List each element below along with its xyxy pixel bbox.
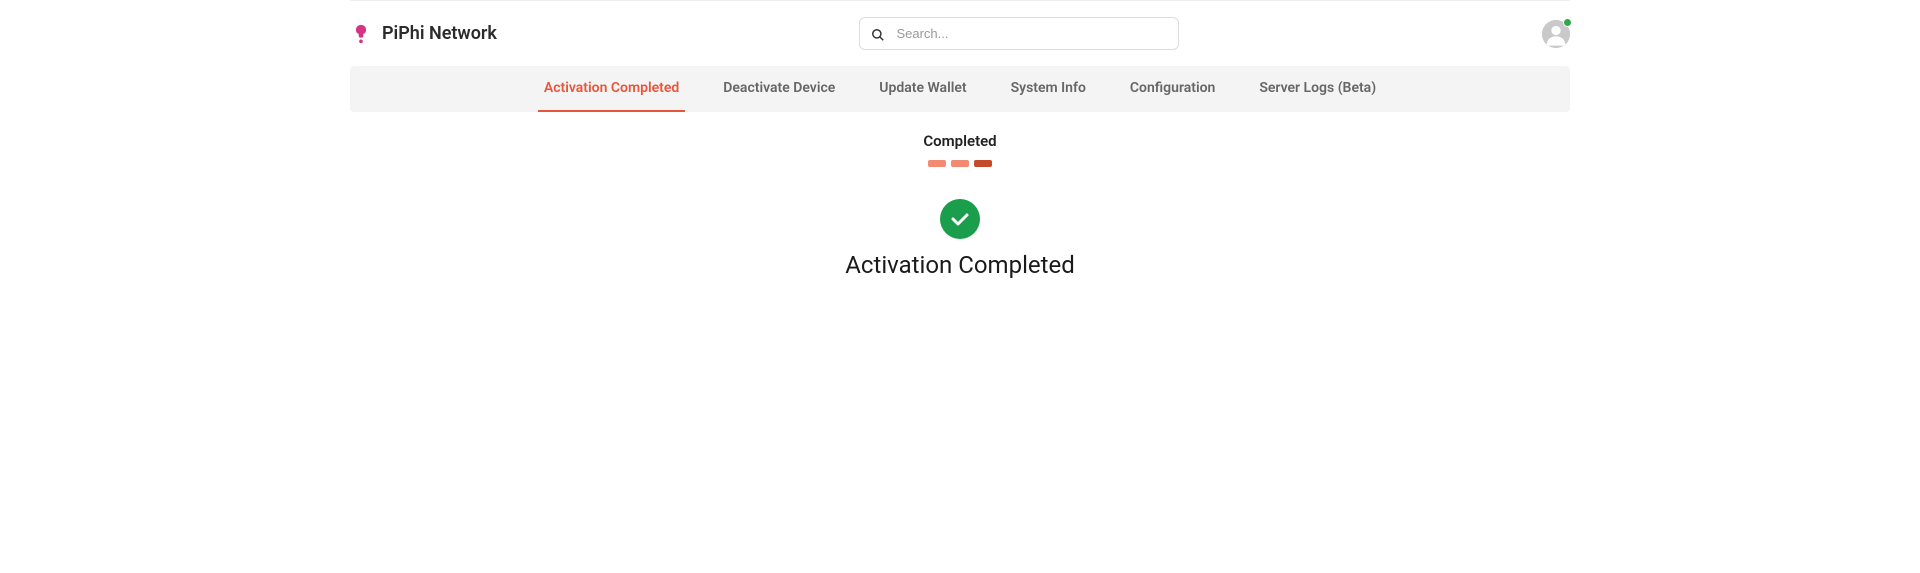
progress-segment (928, 160, 946, 167)
search-input[interactable] (859, 17, 1179, 50)
progress-indicator (350, 160, 1570, 167)
tab-server-logs[interactable]: Server Logs (Beta) (1253, 66, 1382, 112)
content: Completed Activation Completed (350, 112, 1570, 299)
search-wrapper (517, 17, 1522, 50)
avatar-icon (1542, 20, 1570, 48)
brand-name: PiPhi Network (382, 23, 497, 44)
logo-icon (350, 23, 372, 45)
online-badge (1563, 18, 1572, 27)
tab-activation-completed[interactable]: Activation Completed (538, 66, 685, 112)
search-box (859, 17, 1179, 50)
tab-deactivate-device[interactable]: Deactivate Device (717, 66, 841, 112)
tab-system-info[interactable]: System Info (1005, 66, 1092, 112)
logo-section: PiPhi Network (350, 23, 497, 45)
progress-segment (951, 160, 969, 167)
avatar-wrapper[interactable] (1542, 20, 1570, 48)
completed-label: Completed (350, 132, 1570, 150)
search-icon (871, 27, 885, 41)
progress-segment (974, 160, 992, 167)
header: PiPhi Network (350, 0, 1570, 66)
tab-configuration[interactable]: Configuration (1124, 66, 1221, 112)
status-heading: Activation Completed (350, 251, 1570, 279)
tab-update-wallet[interactable]: Update Wallet (873, 66, 972, 112)
success-check-icon (940, 199, 980, 239)
tabs-bar: Activation Completed Deactivate Device U… (350, 66, 1570, 112)
